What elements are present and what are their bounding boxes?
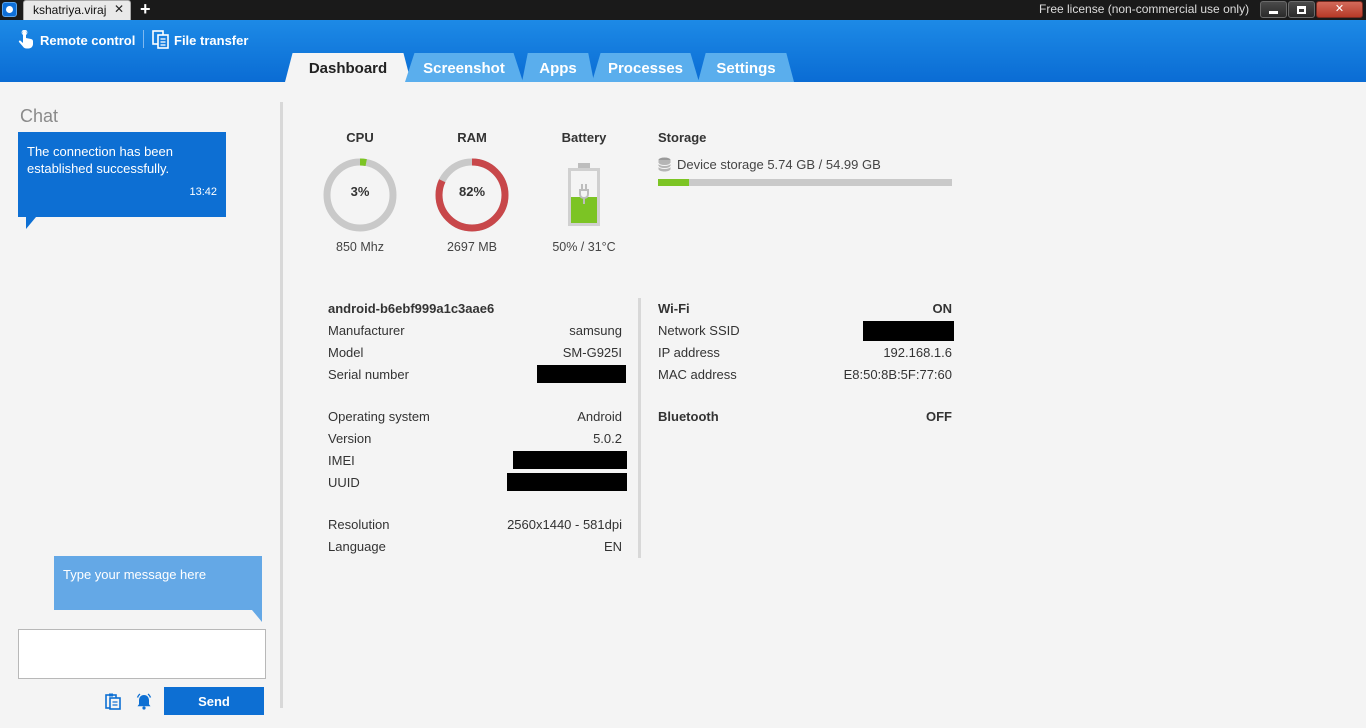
tab-processes[interactable]: Processes [592,53,699,82]
chat-message-text: The connection has been established succ… [27,144,173,176]
close-tab-icon[interactable]: ✕ [114,2,124,16]
wifi-label: Wi-Fi [658,301,690,316]
remote-control-button[interactable]: Remote control [16,30,135,50]
license-label: Free license (non-commercial use only) [1039,2,1250,16]
session-tab[interactable]: kshatriya.viraj ✕ [23,0,131,20]
resolution-label: Resolution [328,517,390,532]
language-value: EN [603,539,622,554]
model-label: Model [328,345,364,360]
wifi-value: ON [932,301,953,316]
ssid-label: Network SSID [658,323,740,338]
panel-divider [280,102,283,708]
wifi-row: Wi-Fi ON [658,301,952,316]
manufacturer-label: Manufacturer [328,323,405,338]
storage-title: Storage [658,130,707,145]
teamviewer-logo-icon [2,2,17,17]
manufacturer-row: Manufacturer samsung [328,323,622,338]
bluetooth-value: OFF [926,409,952,424]
mac-label: MAC address [658,367,737,382]
os-value: Android [577,409,622,424]
close-window-button[interactable]: ✕ [1316,1,1363,18]
version-label: Version [328,431,372,446]
alarm-bell-icon[interactable] [135,692,153,710]
chat-message-input[interactable] [18,629,266,679]
tab-screenshot[interactable]: Screenshot [405,53,523,82]
uuid-redacted [507,473,627,491]
version-value: 5.0.2 [593,431,622,446]
maximize-button[interactable] [1288,1,1315,18]
tab-settings[interactable]: Settings [698,53,794,82]
device-name: android-b6ebf999a1c3aae6 [328,301,495,316]
resolution-row: Resolution 2560x1440 - 581dpi [328,517,622,532]
version-row: Version 5.0.2 [328,431,622,446]
chat-message-time: 13:42 [189,186,217,198]
bluetooth-row: Bluetooth OFF [658,409,952,424]
manufacturer-value: samsung [569,323,622,338]
remote-control-label: Remote control [40,32,136,48]
ip-value: 192.168.1.6 [883,345,952,360]
uuid-label: UUID [328,475,360,490]
storage-bar [658,179,952,186]
chat-message: The connection has been established succ… [18,132,226,229]
header-bar: Remote control File transfer Dashboard S… [0,20,1366,82]
bluetooth-label: Bluetooth [658,409,719,424]
device-name-row: android-b6ebf999a1c3aae6 [328,301,622,316]
hand-pointer-icon [18,30,33,49]
ip-label: IP address [658,345,720,360]
mac-row: MAC address E8:50:8B:5F:77:60 [658,367,952,382]
serial-label: Serial number [328,367,409,382]
new-tab-button[interactable]: + [140,0,151,19]
model-value: SM-G925I [562,345,622,360]
ram-label: RAM [457,130,487,145]
language-row: Language EN [328,539,622,554]
ram-amount: 2697 MB [446,240,498,254]
toolbar-divider [143,30,144,48]
ip-row: IP address 192.168.1.6 [658,345,952,360]
storage-line: Device storage 5.74 GB / 54.99 GB [658,157,881,172]
imei-redacted [513,451,627,469]
minimize-button[interactable] [1260,1,1287,18]
minimize-icon [1269,10,1278,14]
database-icon [658,157,671,172]
cpu-frequency: 850 Mhz [336,240,384,254]
cpu-label: CPU [346,130,374,145]
title-bar: kshatriya.viraj ✕ + Free license (non-co… [0,0,1366,20]
chat-title: Chat [20,106,59,126]
ram-percent: 82% [458,184,486,199]
file-transfer-label: File transfer [174,32,249,48]
file-transfer-icon [152,30,169,49]
imei-label: IMEI [328,453,355,468]
battery-status: 50% / 31°C [552,240,616,254]
tab-dashboard[interactable]: Dashboard [285,53,411,82]
clipboard-icon[interactable] [104,692,122,710]
mac-value: E8:50:8B:5F:77:60 [843,367,952,382]
send-button[interactable]: Send [164,687,264,715]
model-row: Model SM-G925I [328,345,622,360]
session-tab-label: kshatriya.viraj [33,3,107,17]
os-label: Operating system [328,409,430,424]
tab-apps[interactable]: Apps [522,53,594,82]
ssid-redacted [863,321,954,341]
serial-redacted [537,365,626,383]
resolution-value: 2560x1440 - 581dpi [507,517,622,532]
battery-label: Battery [561,130,607,145]
chat-hint: Type your message here [54,556,262,622]
language-label: Language [328,539,386,554]
battery-icon [568,163,600,226]
maximize-icon [1297,5,1306,14]
info-divider [638,298,641,558]
storage-usage-text: Device storage 5.74 GB / 54.99 GB [677,157,881,172]
os-row: Operating system Android [328,409,622,424]
file-transfer-button[interactable]: File transfer [152,30,248,50]
cpu-percent: 3% [350,184,370,199]
storage-bar-fill [658,179,689,186]
